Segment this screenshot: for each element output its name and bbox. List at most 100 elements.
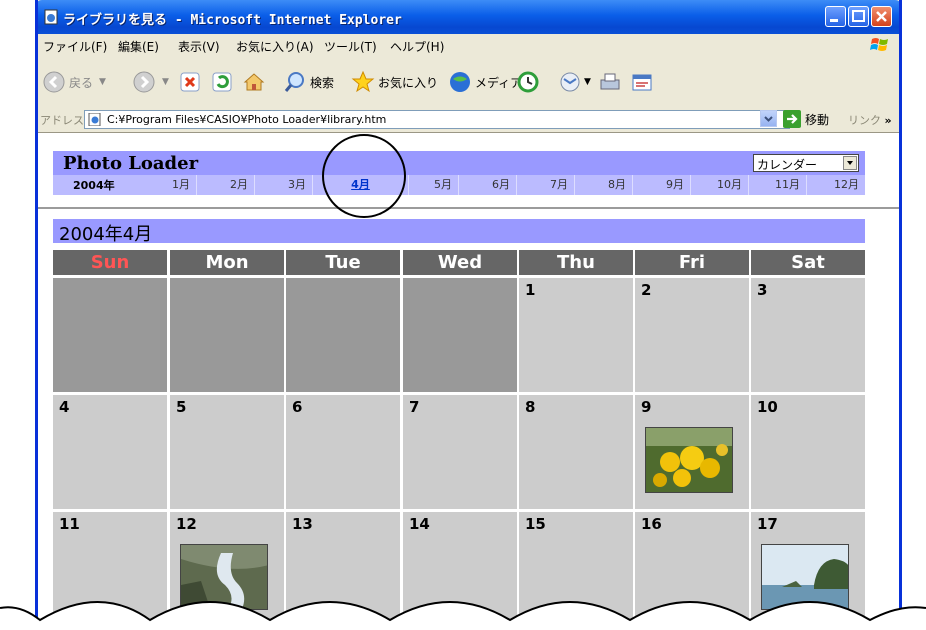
day-cell[interactable]: 4: [53, 395, 167, 509]
toolbar: 戻る ▼ ▼ 検索 お気に入り メディア ▼: [38, 56, 899, 109]
refresh-icon: [212, 72, 232, 92]
chevron-down-icon: [764, 116, 773, 122]
day-number: 14: [409, 515, 430, 533]
day-number: 7: [409, 398, 420, 416]
month-10[interactable]: 10月: [691, 175, 749, 195]
day-cell[interactable]: 5: [170, 395, 284, 509]
day-number: 8: [525, 398, 536, 416]
day-cell-empty: [53, 278, 167, 392]
mail-icon: [560, 72, 580, 92]
stop-button[interactable]: [178, 66, 202, 98]
day-cell-empty: [170, 278, 284, 392]
month-12[interactable]: 12月: [807, 175, 865, 195]
month-1[interactable]: 1月: [139, 175, 197, 195]
month-6[interactable]: 6月: [459, 175, 517, 195]
day-cell[interactable]: 3: [751, 278, 865, 392]
ie-page-icon: [44, 9, 58, 25]
day-cell[interactable]: 8: [519, 395, 633, 509]
highlight-circle: [322, 134, 406, 218]
menu-view[interactable]: 表示(V): [178, 38, 220, 55]
app-title: Photo Loader: [63, 153, 199, 174]
day-cell[interactable]: 6: [286, 395, 400, 509]
history-button[interactable]: [516, 66, 540, 98]
print-button[interactable]: [598, 66, 622, 98]
day-number: 6: [292, 398, 303, 416]
day-number: 3: [757, 281, 768, 299]
day-number: 12: [176, 515, 197, 533]
links-button[interactable]: リンク »: [848, 112, 892, 128]
address-dropdown-button[interactable]: [760, 110, 777, 127]
month-11[interactable]: 11月: [749, 175, 807, 195]
forward-arrow-icon: [133, 71, 155, 93]
menu-edit[interactable]: 編集(E): [118, 38, 159, 55]
day-cell[interactable]: 1: [519, 278, 633, 392]
separator: [38, 207, 899, 209]
day-cell[interactable]: 9: [635, 395, 749, 509]
calendar-title: 2004年4月: [59, 224, 153, 245]
day-number: 11: [59, 515, 80, 533]
edit-page-icon: [632, 74, 652, 91]
day-cell[interactable]: 7: [403, 395, 517, 509]
day-cell-empty: [403, 278, 517, 392]
month-8[interactable]: 8月: [575, 175, 633, 195]
favorites-button[interactable]: お気に入り: [351, 66, 438, 98]
forward-button[interactable]: ▼: [132, 66, 169, 98]
day-number: 4: [59, 398, 70, 416]
view-select[interactable]: カレンダー: [753, 154, 859, 172]
day-number: 1: [525, 281, 536, 299]
chevron-down-icon: [843, 156, 857, 170]
back-arrow-icon: [43, 71, 65, 93]
month-3[interactable]: 3月: [255, 175, 313, 195]
menu-help[interactable]: ヘルプ(H): [390, 38, 444, 55]
mail-dropdown-icon[interactable]: ▼: [584, 77, 591, 87]
address-url: C:¥Program Files¥CASIO¥Photo Loader¥libr…: [107, 113, 387, 126]
photo-thumbnail[interactable]: [645, 427, 733, 493]
month-7[interactable]: 7月: [517, 175, 575, 195]
maximize-button[interactable]: [848, 6, 869, 27]
month-nav: 2004年 1月 2月 3月 4月 5月 6月 7月 8月 9月 10月 11月…: [53, 175, 865, 195]
windows-flag-icon: [870, 38, 888, 51]
day-cell[interactable]: 2: [635, 278, 749, 392]
day-number: 9: [641, 398, 652, 416]
month-9[interactable]: 9月: [633, 175, 691, 195]
media-button[interactable]: メディア: [448, 66, 522, 98]
go-arrow-icon: [783, 110, 801, 128]
stop-icon: [180, 72, 200, 92]
page-content: Photo Loader カレンダー 2004年 1月 2月 3月 4月 5月 …: [38, 133, 899, 630]
search-icon: [284, 72, 304, 92]
home-icon: [243, 73, 265, 91]
history-icon: [517, 71, 539, 93]
month-5[interactable]: 5月: [409, 175, 459, 195]
window-title: ライブラリを見る - Microsoft Internet Explorer: [63, 13, 402, 28]
year-label: 2004年: [73, 179, 115, 192]
month-2[interactable]: 2月: [197, 175, 255, 195]
weekday-header: Sun Mon Tue Wed Thu Fri Sat: [53, 250, 865, 275]
refresh-button[interactable]: [210, 66, 234, 98]
torn-edge: [0, 601, 926, 630]
edit-button[interactable]: [630, 66, 654, 98]
calendar-title-bar: 2004年4月: [53, 219, 865, 245]
chevron-double-right-icon: »: [884, 114, 892, 127]
home-button[interactable]: [242, 66, 266, 98]
day-number: 13: [292, 515, 313, 533]
address-input[interactable]: C:¥Program Files¥CASIO¥Photo Loader¥libr…: [84, 110, 790, 129]
menu-file[interactable]: ファイル(F): [43, 38, 107, 55]
minimize-button[interactable]: [825, 6, 846, 27]
menu-tools[interactable]: ツール(T): [324, 38, 377, 55]
weekday-sat: Sat: [751, 250, 865, 275]
day-number: 17: [757, 515, 778, 533]
page-icon: [88, 113, 101, 126]
day-number: 15: [525, 515, 546, 533]
back-button[interactable]: 戻る ▼: [42, 66, 106, 98]
day-cell[interactable]: 10: [751, 395, 865, 509]
minimize-icon: [830, 19, 838, 22]
forward-dropdown-icon[interactable]: ▼: [162, 77, 169, 87]
go-button[interactable]: 移動: [783, 110, 829, 128]
back-dropdown-icon[interactable]: ▼: [99, 77, 106, 87]
menu-favorites[interactable]: お気に入り(A): [236, 38, 314, 55]
close-button[interactable]: [871, 6, 892, 27]
search-button[interactable]: 検索: [283, 66, 334, 98]
mail-button[interactable]: ▼: [558, 66, 591, 98]
title-bar[interactable]: ライブラリを見る - Microsoft Internet Explorer: [38, 0, 899, 34]
menu-bar: ファイル(F) 編集(E) 表示(V) お気に入り(A) ツール(T) ヘルプ(…: [38, 34, 899, 57]
